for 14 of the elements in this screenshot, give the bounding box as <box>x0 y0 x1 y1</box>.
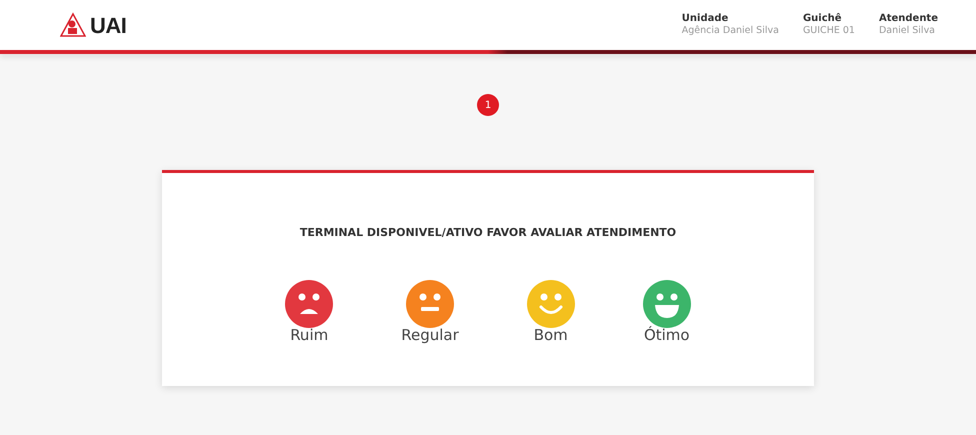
rating-button[interactable]: Bom <box>526 280 575 342</box>
rating-button[interactable]: Regular <box>401 280 459 342</box>
info-value: Daniel Silva <box>878 25 936 38</box>
info-value: GUICHE 01 <box>802 25 855 38</box>
message-text: TERMINAL DISPONIVEL/ATIVO FAVOR AVALIAR ATENDIMENTO <box>300 225 676 241</box>
info-label: Guichê <box>802 12 843 26</box>
logo-icon <box>60 12 86 38</box>
logo-text: UAI <box>90 12 126 40</box>
rating-button[interactable]: Ótimo <box>642 280 691 342</box>
rating-button[interactable]: Ruim <box>285 280 334 342</box>
step-badge: 1 <box>477 94 499 116</box>
info-label: Atendente <box>878 12 938 26</box>
info-label: Unidade <box>682 12 730 25</box>
info-value: Agência Daniel Silva <box>682 25 779 38</box>
